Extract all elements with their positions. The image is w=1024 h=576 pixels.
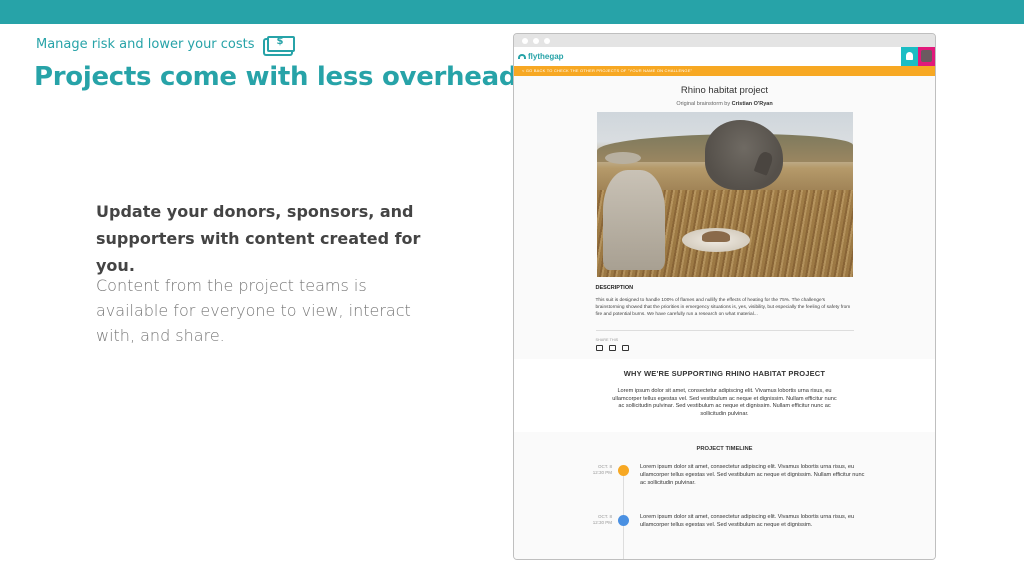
- slide-kicker: Manage risk and lower your costs: [36, 36, 295, 52]
- byline-author[interactable]: Cristian O'Ryan: [732, 101, 773, 107]
- twitter-icon[interactable]: [608, 345, 616, 351]
- why-text: Lorem ipsum dolor sit amet, consectetur …: [612, 388, 837, 417]
- event-dot: [618, 465, 629, 476]
- timeline-event: OCT. 8 12:30 PM Lorem ipsum dolor sit am…: [514, 514, 935, 559]
- share-label: SHARE THIS: [595, 338, 619, 342]
- description-section: DESCRIPTION This suit is designed to han…: [595, 285, 854, 351]
- event-time: 12:30 PM: [592, 470, 612, 475]
- event-date: OCT. 8 12:30 PM: [580, 464, 612, 476]
- description-heading: DESCRIPTION: [595, 285, 634, 291]
- top-accent-bar: [0, 0, 1024, 24]
- site-logo[interactable]: flythegap: [518, 52, 564, 61]
- body-paragraph: Content from the project teams is availa…: [96, 276, 411, 345]
- window-dot-icon: [544, 37, 550, 44]
- project-timeline: PROJECT TIMELINE OCT. 8 12:30 PM Lorem i…: [514, 432, 935, 559]
- browser-mockup: flythegap < GO BACK TO CHECK THE OTHER P…: [513, 33, 936, 560]
- user-avatar-icon[interactable]: [918, 47, 935, 66]
- photo-person: [602, 170, 665, 270]
- project-photo: [596, 112, 853, 277]
- timeline-heading: PROJECT TIMELINE: [696, 446, 753, 452]
- why-heading: WHY WE'RE SUPPORTING RHINO HABITAT PROJE…: [623, 369, 826, 378]
- nav-actions: [901, 47, 935, 66]
- description-text: This suit is designed to handle 100% of …: [595, 298, 851, 317]
- byline-prefix: Original brainstorm by: [676, 101, 731, 107]
- event-dot: [618, 515, 629, 526]
- slide-headline: Projects come with less overhead: [34, 62, 518, 92]
- money-icon: [266, 36, 295, 52]
- event-text: Lorem ipsum dolor sit amet, consectetur …: [640, 514, 855, 528]
- window-dot-icon: [522, 37, 528, 44]
- divider: [595, 330, 854, 331]
- browser-chrome: [514, 34, 935, 47]
- share-icons: [595, 345, 854, 351]
- project-title: Rhino habitat project: [680, 85, 769, 96]
- event-text: Lorem ipsum dolor sit amet, consectetur …: [640, 464, 865, 486]
- logo-arc-icon: [518, 54, 526, 59]
- photo-hat: [604, 152, 641, 164]
- project-byline: Original brainstorm by Cristian O'Ryan: [514, 101, 935, 107]
- facebook-icon[interactable]: [595, 345, 603, 351]
- kicker-text: Manage risk and lower your costs: [36, 36, 255, 52]
- notification-bell-icon[interactable]: [901, 47, 918, 66]
- project-page: Rhino habitat project Original brainstor…: [514, 76, 935, 559]
- site-nav: flythegap: [514, 47, 935, 66]
- timeline-event: OCT. 8 12:30 PM Lorem ipsum dolor sit am…: [514, 464, 935, 514]
- window-dot-icon: [533, 37, 539, 44]
- event-time: 12:30 PM: [592, 520, 612, 525]
- google-plus-icon[interactable]: [621, 345, 629, 351]
- photo-hat-foreground: [681, 228, 750, 252]
- event-date: OCT. 8 12:30 PM: [580, 514, 612, 526]
- lead-paragraph: Update your donors, sponsors, and suppor…: [96, 202, 421, 275]
- logo-text: flythegap: [528, 52, 564, 61]
- why-section: WHY WE'RE SUPPORTING RHINO HABITAT PROJE…: [514, 359, 935, 432]
- back-link[interactable]: < GO BACK TO CHECK THE OTHER PROJECTS OF…: [514, 66, 935, 76]
